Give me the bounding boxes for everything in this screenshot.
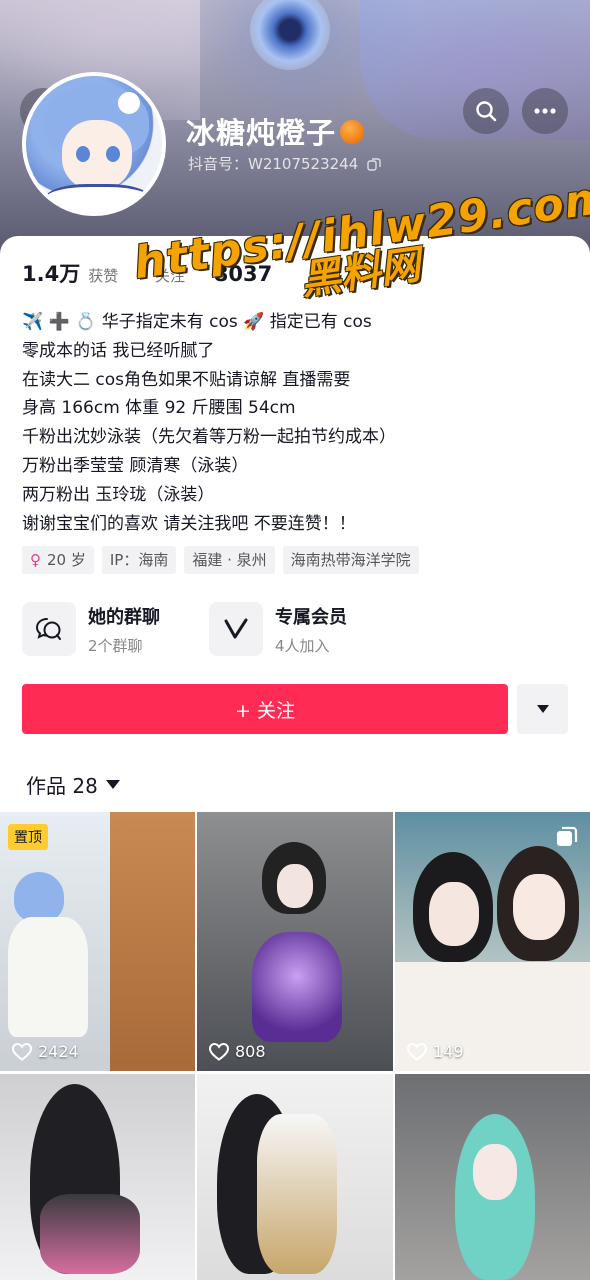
avatar[interactable] [22,72,166,216]
bio-line: 在读大二 cos角色如果不贴请谅解 直播需要 [22,369,351,390]
heart-icon [407,1042,427,1061]
photo-subject [14,872,64,922]
bio-line: 谢谢宝宝们的喜欢 请关注我吧 不要连赞！！ [22,513,356,534]
tag-age-text: 20 岁 [47,551,86,569]
post-tile[interactable] [197,1074,393,1280]
bio-line: 千粉出沈妙泳装（先欠着等万粉一起拍节约成本） [22,427,396,448]
recommend-dropdown-button[interactable] [517,684,568,734]
post-likes: 2424 [12,1042,79,1061]
bio: ✈️ ➕ 💍 华子指定未有 cos 🚀 指定已有 cos 零成本的话 我已经听腻… [22,308,396,538]
profile-name-text: 冰糖炖橙子 [186,116,337,150]
stat-likes[interactable]: 1.4万 获赞 [22,258,118,288]
bio-line: 万粉出季莹莹 顾清寒（泳装） [22,455,249,476]
more-dots-icon [534,108,556,114]
post-likes-count: 808 [235,1042,266,1061]
membership-count: 4人加入 [275,636,330,655]
profile-name: 冰糖炖橙子 [186,110,365,152]
search-button[interactable] [463,88,509,134]
post-likes: 808 [209,1042,266,1061]
more-button[interactable] [522,88,568,134]
works-tab-label: 作品 28 [26,774,98,798]
profile-tags: ♀ 20 岁 IP：海南 福建 · 泉州 海南热带海洋学院 [22,546,419,574]
tag-school[interactable]: 海南热带海洋学院 [282,546,419,574]
post-likes-count: 2424 [38,1042,79,1061]
stat-likes-label: 获赞 [88,267,119,285]
douyin-id[interactable]: 抖音号：W2107523244 [188,153,381,174]
works-tab[interactable]: 作品 28 [26,770,120,799]
orange-emoji-icon [340,120,365,144]
post-likes-count: 149 [433,1042,464,1061]
group-chat-entry[interactable]: 她的群聊 2个群聊 [22,602,160,656]
post-tile[interactable]: 808 [197,812,393,1071]
copy-icon[interactable] [367,157,381,171]
post-tile[interactable] [0,1074,195,1280]
bio-line: 身高 166cm 体重 92 斤腰围 54cm [22,398,296,419]
membership-entry[interactable]: 专属会员 4人加入 [209,602,347,656]
caret-down-icon [105,780,120,789]
group-chat-count: 2个群聊 [88,636,143,655]
post-likes: 149 [407,1042,464,1061]
follow-button[interactable]: + 关注 [22,684,508,734]
post-tile[interactable] [395,1074,590,1280]
stat-likes-value: 1.4万 [22,262,81,286]
group-chat-icon [22,602,76,656]
female-icon: ♀ [30,551,41,569]
bio-line: ✈️ ➕ 💍 华子指定未有 cos 🚀 指定已有 cos [22,312,372,332]
bio-line: 零成本的话 我已经听腻了 [22,340,215,361]
pinned-badge: 置顶 [8,824,48,850]
post-tile[interactable]: 149 [395,812,590,1071]
tag-location: 福建 · 泉州 [184,546,275,574]
multi-image-icon [557,826,578,846]
heart-icon [209,1042,229,1061]
group-chat-title: 她的群聊 [88,606,160,628]
search-icon [476,101,497,122]
membership-title: 专属会员 [275,606,347,628]
tag-age: ♀ 20 岁 [22,546,94,574]
caret-down-icon [536,705,549,713]
douyin-id-text: 抖音号：W2107523244 [188,155,359,173]
heart-icon [12,1042,32,1061]
banner-art [250,0,330,70]
tag-ip: IP：海南 [101,546,177,574]
post-tile[interactable]: 置顶 2424 [0,812,195,1071]
membership-v-icon [209,602,263,656]
bio-line: 两万粉出 玉玲珑（泳装） [22,484,215,505]
